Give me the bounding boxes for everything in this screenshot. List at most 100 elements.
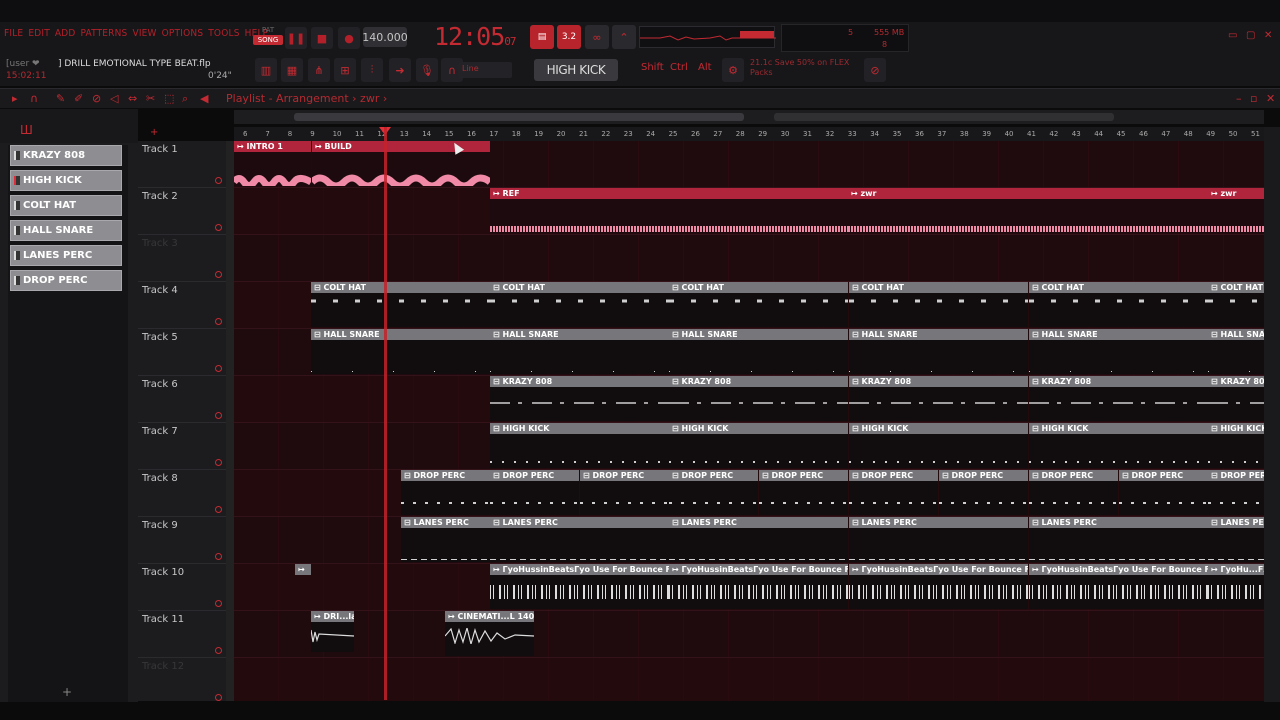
- slip-icon[interactable]: ⇔: [128, 92, 137, 105]
- picker-icon[interactable]: Ш: [20, 123, 33, 137]
- clip-hall-snare[interactable]: ⊟ HALL SNARE: [669, 329, 848, 374]
- maximize-icon[interactable]: ▢: [1246, 30, 1260, 44]
- playlist-maximize-icon[interactable]: ▫: [1250, 92, 1257, 105]
- clip-hall-snare[interactable]: ⊟ HALL SNARE: [490, 329, 669, 374]
- clip-drop-perc[interactable]: ⊟ DROP PERC: [759, 470, 848, 515]
- clip-hall-snare[interactable]: ⊟ HALL SNARE: [311, 329, 490, 374]
- record-dot-icon[interactable]: [215, 553, 222, 560]
- horizontal-scroll[interactable]: [234, 110, 1264, 124]
- clip-lanes-perc[interactable]: ⊟ LANES PERC: [490, 517, 669, 562]
- clip-krazy-808[interactable]: ⊟ KRAZY 808: [1208, 376, 1264, 421]
- record-dot-icon[interactable]: [215, 177, 222, 184]
- track-header[interactable]: Track 4: [138, 282, 226, 329]
- minimize-icon[interactable]: ▭: [1228, 30, 1242, 44]
- slice-icon[interactable]: ✂: [146, 92, 155, 105]
- track-header[interactable]: Track 5: [138, 329, 226, 376]
- clip-fx[interactable]: ↦ ГуоHussinBeatsГуо Use For Bounce FX: [849, 564, 1028, 609]
- clip-krazy-808[interactable]: ⊟ KRAZY 808: [669, 376, 848, 421]
- paint-icon[interactable]: ✐: [74, 92, 83, 105]
- clip-drop-perc[interactable]: ⊟ DROP PERC: [1119, 470, 1208, 515]
- clip-colt-hat[interactable]: ⊟ COLT HAT: [669, 282, 848, 327]
- track-header[interactable]: Track 8: [138, 470, 226, 517]
- clip-hall-snare[interactable]: ⊟ HALL SNARE: [1029, 329, 1208, 374]
- channel-high-kick[interactable]: HIGH KICK: [10, 170, 122, 191]
- menu-options[interactable]: OPTIONS: [162, 28, 204, 39]
- clip-colt-hat[interactable]: ⊟ COLT HAT: [1208, 282, 1264, 327]
- menu-add[interactable]: ADD: [55, 28, 76, 39]
- track-header[interactable]: Track 3: [138, 235, 226, 282]
- shop-icon[interactable]: ⊘: [864, 58, 886, 82]
- clip-high-kick[interactable]: ⊟ HIGH KICK: [1208, 423, 1264, 468]
- clip-lanes-perc[interactable]: ⊟ LANES PERC: [1208, 517, 1264, 562]
- zoom-icon[interactable]: ⌕: [182, 92, 188, 106]
- clip-colt-hat[interactable]: ⊟ COLT HAT: [1029, 282, 1208, 327]
- clip-lanes-perc[interactable]: ⊟ LANES PERC: [669, 517, 848, 562]
- channel-colt-hat[interactable]: COLT HAT: [10, 195, 122, 216]
- channel-krazy-808[interactable]: KRAZY 808: [10, 145, 122, 166]
- track-header[interactable]: Track 12: [138, 658, 226, 705]
- clip-colt-hat[interactable]: ⊟ COLT HAT: [311, 282, 490, 327]
- step-edit-icon[interactable]: ⌃: [612, 25, 636, 49]
- record-dot-icon[interactable]: [215, 271, 222, 278]
- record-dot-icon[interactable]: [215, 412, 222, 419]
- gear-icon[interactable]: ⚙: [722, 58, 744, 82]
- clip-drop-perc[interactable]: ⊟ DROP PERC: [849, 470, 938, 515]
- metronome-icon[interactable]: ▤: [530, 25, 554, 49]
- track-header[interactable]: Track 2: [138, 188, 226, 235]
- menu-edit[interactable]: EDIT: [28, 28, 50, 39]
- piano-roll-icon[interactable]: ▦: [281, 58, 303, 82]
- menu-file[interactable]: FILE: [4, 28, 23, 39]
- record-dot-icon[interactable]: [215, 224, 222, 231]
- mixer-icon[interactable]: ⊞: [334, 58, 356, 82]
- track-header[interactable]: Track 10: [138, 564, 226, 611]
- record-dot-icon[interactable]: [215, 365, 222, 372]
- clip-drop-perc[interactable]: ⊟ DROP PERC: [401, 470, 490, 515]
- record-dot-icon[interactable]: [215, 459, 222, 466]
- clip-drop-perc[interactable]: ⊟ DROP PERC: [669, 470, 758, 515]
- pat-song-toggle[interactable]: PAT SONG: [253, 26, 283, 48]
- clip-hall-snare[interactable]: ⊟ HALL SNARE: [849, 329, 1028, 374]
- stop-icon[interactable]: ■: [311, 27, 333, 49]
- loop-record-icon[interactable]: ∞: [585, 25, 609, 49]
- menu-view[interactable]: VIEW: [132, 28, 156, 39]
- clip-high-kick[interactable]: ⊟ HIGH KICK: [669, 423, 848, 468]
- clip-intro[interactable]: ↦ INTRO 1: [234, 141, 311, 186]
- record-dot-icon[interactable]: [215, 506, 222, 513]
- channel-rack-icon[interactable]: ⋔: [308, 58, 330, 82]
- tempo-display[interactable]: 140.000: [362, 27, 408, 47]
- record-dot-icon[interactable]: [215, 694, 222, 701]
- mute-icon[interactable]: ◁: [110, 92, 118, 105]
- track-header[interactable]: Track 6: [138, 376, 226, 423]
- clip-zwr-2[interactable]: ↦ zwr: [1208, 188, 1264, 233]
- pause-icon[interactable]: ❚❚: [285, 27, 307, 49]
- snap-select[interactable]: Line: [458, 62, 512, 78]
- channel-hall-snare[interactable]: HALL SNARE: [10, 220, 122, 241]
- track-header[interactable]: Track 9: [138, 517, 226, 564]
- arrow-menu-icon[interactable]: ▸: [12, 92, 18, 105]
- clip-drop-perc[interactable]: ⊟ DROP PERC: [939, 470, 1028, 515]
- clip-drop-perc[interactable]: ⊟ DROP PERC: [580, 470, 669, 515]
- select-icon[interactable]: ⬚: [164, 92, 174, 105]
- clip-krazy-808[interactable]: ⊟ KRAZY 808: [490, 376, 669, 421]
- add-icon[interactable]: +: [150, 127, 158, 138]
- clip-colt-hat[interactable]: ⊟ COLT HAT: [849, 282, 1028, 327]
- menu-patterns[interactable]: PATTERNS: [81, 28, 128, 39]
- clip-cinematic[interactable]: ↦ CINEMATI...L 140 BPM: [445, 611, 534, 656]
- mic-icon[interactable]: 🎙: [416, 58, 438, 82]
- delete-icon[interactable]: ⊘: [92, 92, 101, 105]
- record-dot-icon[interactable]: [215, 647, 222, 654]
- pattern-selector[interactable]: HIGH KICK: [534, 59, 618, 81]
- clip-fx[interactable]: ↦ ГуоHussinBeatsГуо Use For Bounce FX: [490, 564, 669, 609]
- playlist-minimize-icon[interactable]: –: [1236, 92, 1242, 105]
- clip-fx-end[interactable]: ↦ ГуоHu...FX: [1208, 564, 1264, 609]
- close-icon[interactable]: ✕: [1264, 30, 1278, 44]
- record-dot-icon[interactable]: [215, 318, 222, 325]
- track-header[interactable]: Track 1: [138, 141, 226, 188]
- clip-fx[interactable]: ↦ ГуоHussinBeatsГуо Use For Bounce FX: [669, 564, 848, 609]
- track-scroll[interactable]: [226, 141, 234, 701]
- clip-lanes-perc[interactable]: ⊟ LANES PERC: [849, 517, 1028, 562]
- channel-drop-perc[interactable]: DROP PERC: [10, 270, 122, 291]
- arrangement-grid[interactable]: ↦ INTRO 1 ↦ BUILD ↦ REF ↦ zwr ↦ zwr ⊟ CO…: [234, 141, 1264, 701]
- track-header[interactable]: Track 11: [138, 611, 226, 658]
- magnet-snap-icon[interactable]: ∩: [30, 92, 38, 105]
